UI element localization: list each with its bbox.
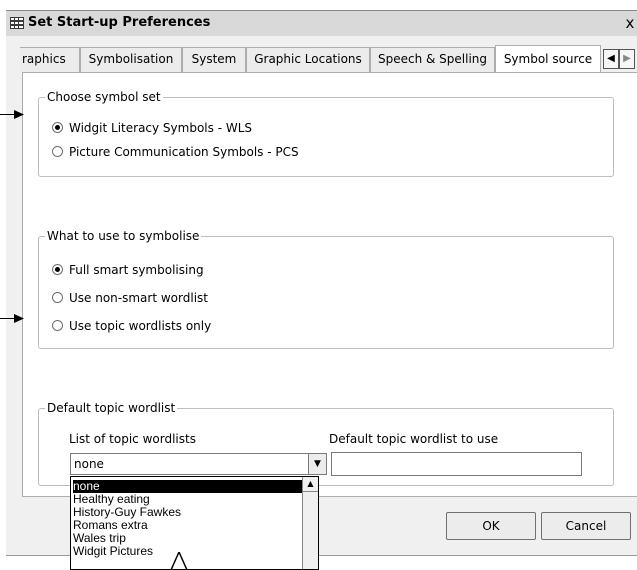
default-topic-wordlist-field[interactable] [331,452,582,476]
radio-label: Use non-smart wordlist [69,291,208,305]
topic-wordlist-combo[interactable]: none ▼ [70,453,327,475]
chevron-up-icon[interactable]: ▲ [303,477,318,492]
radio-label: Picture Communication Symbols - PCS [69,145,299,159]
topic-wordlist-dropdown[interactable]: none Healthy eating History-Guy Fawkes R… [70,476,319,570]
tab-graphics[interactable]: raphics [20,47,80,72]
list-item[interactable]: Widgit Pictures [73,545,153,558]
tab-graphic-locations[interactable]: Graphic Locations [246,47,370,72]
default-topic-wordlist-label: Default topic wordlist to use [329,432,499,446]
group-legend: What to use to symbolise [45,229,202,243]
symbol-set-group: Choose symbol set Widgit Literacy Symbol… [38,90,614,177]
radio-button[interactable] [52,146,63,157]
tab-strip: raphics Symbolisation System Graphic Loc… [6,45,637,72]
tab-label: Speech & Spelling [377,52,488,66]
radio-label: Widgit Literacy Symbols - WLS [69,121,253,135]
tab-symbol-source[interactable]: Symbol source [495,45,601,72]
chevron-down-icon[interactable]: ▼ [308,454,326,474]
group-legend: Default topic wordlist [45,401,178,415]
tab-scroll-right-button[interactable]: ▶ [619,49,635,69]
cancel-button[interactable]: Cancel [541,512,631,540]
radio-label: Full smart symbolising [69,263,204,277]
callout-arrow-icon [14,314,24,323]
combo-value: none [74,457,104,471]
callout-arrow-icon [14,110,24,119]
tab-label: Symbol source [503,52,593,66]
radio-button[interactable] [52,292,63,303]
tab-scroll-left-button[interactable]: ◀ [603,49,619,69]
arrow-left-icon: ◀ [607,53,615,64]
close-icon[interactable]: x [622,14,637,32]
window-title: Set Start-up Preferences [28,15,211,30]
dropdown-scrollbar[interactable]: ▲ [302,477,318,569]
radio-label: Use topic wordlists only [69,319,212,333]
arrow-right-icon: ▶ [623,53,631,64]
tab-symbolisation[interactable]: Symbolisation [80,47,182,72]
tab-system[interactable]: System [182,47,246,72]
title-bar[interactable]: Set Start-up Preferences x [6,10,637,36]
grid-app-icon [10,17,24,29]
symbolise-group: What to use to symbolise Full smart symb… [38,229,614,349]
radio-button[interactable] [52,264,63,275]
tab-label: Graphic Locations [254,52,362,66]
radio-button[interactable] [52,320,63,331]
tab-label: raphics [22,52,66,66]
list-of-topic-wordlists-label: List of topic wordlists [69,432,196,446]
ok-button[interactable]: OK [446,512,536,540]
radio-button[interactable] [52,122,63,133]
tab-label: System [191,52,237,66]
tab-label: Symbolisation [88,52,174,66]
group-legend: Choose symbol set [45,90,163,104]
pointer-arrow-icon [170,552,188,570]
tab-speech-spelling[interactable]: Speech & Spelling [370,47,495,72]
